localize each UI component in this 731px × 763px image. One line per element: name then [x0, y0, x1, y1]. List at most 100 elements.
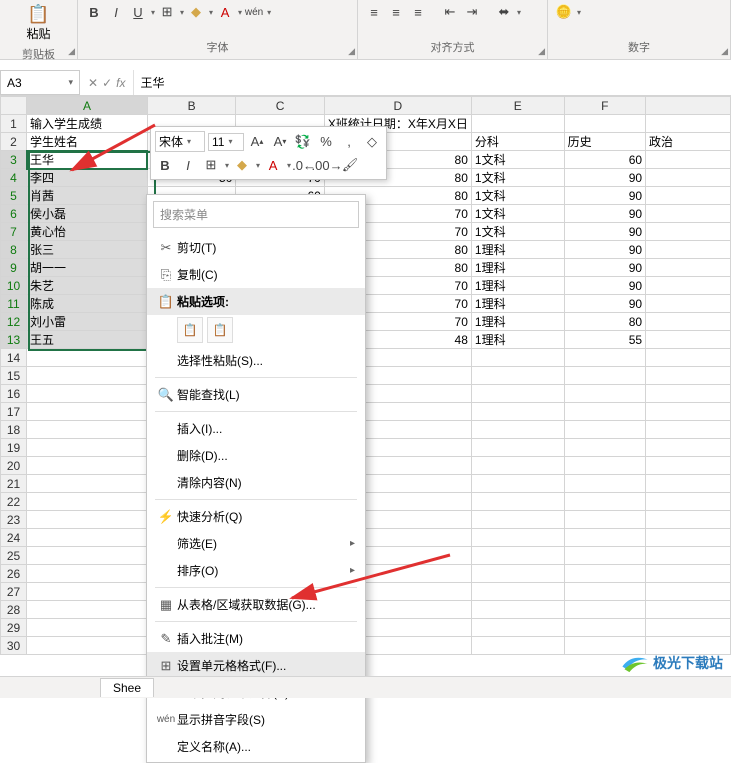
cell-G24[interactable] — [646, 529, 731, 547]
cell-E10[interactable]: 1理科 — [471, 277, 564, 295]
cell-F20[interactable] — [564, 457, 645, 475]
row-head-16[interactable]: 16 — [1, 385, 27, 403]
cell-G5[interactable] — [646, 187, 731, 205]
cell-E15[interactable] — [471, 367, 564, 385]
cell-E18[interactable] — [471, 421, 564, 439]
cell-G29[interactable] — [646, 619, 731, 637]
ctx-filter[interactable]: 筛选(E)▸ — [147, 530, 365, 557]
cell-G11[interactable] — [646, 295, 731, 313]
cancel-icon[interactable]: ✕ — [88, 76, 98, 90]
ctx-sort[interactable]: 排序(O)▸ — [147, 557, 365, 584]
align-left-button[interactable]: ≡ — [364, 2, 384, 22]
cell-E11[interactable]: 1理科 — [471, 295, 564, 313]
confirm-icon[interactable]: ✓ — [102, 76, 112, 90]
paste-keep-source-icon[interactable]: 📋 — [177, 317, 203, 343]
cell-G1[interactable] — [646, 115, 731, 133]
cell-F4[interactable]: 90 — [564, 169, 645, 187]
row-head-27[interactable]: 27 — [1, 583, 27, 601]
col-head-A[interactable]: A — [27, 97, 148, 115]
cell-G15[interactable] — [646, 367, 731, 385]
row-head-1[interactable]: 1 — [1, 115, 27, 133]
cell-G7[interactable] — [646, 223, 731, 241]
fill-color-button[interactable]: ◆ — [186, 2, 206, 22]
cell-G14[interactable] — [646, 349, 731, 367]
cell-F26[interactable] — [564, 565, 645, 583]
cell-A20[interactable] — [27, 457, 148, 475]
cell-E20[interactable] — [471, 457, 564, 475]
select-all-corner[interactable] — [1, 97, 27, 115]
col-head-F[interactable]: F — [564, 97, 645, 115]
cell-G23[interactable] — [646, 511, 731, 529]
row-head-3[interactable]: 3 — [1, 151, 27, 169]
row-head-5[interactable]: 5 — [1, 187, 27, 205]
cell-F17[interactable] — [564, 403, 645, 421]
row-head-2[interactable]: 2 — [1, 133, 27, 151]
cell-E27[interactable] — [471, 583, 564, 601]
italic-button[interactable]: I — [106, 2, 126, 22]
row-head-8[interactable]: 8 — [1, 241, 27, 259]
cell-F5[interactable]: 90 — [564, 187, 645, 205]
row-head-11[interactable]: 11 — [1, 295, 27, 313]
cell-F29[interactable] — [564, 619, 645, 637]
cell-F16[interactable] — [564, 385, 645, 403]
row-head-10[interactable]: 10 — [1, 277, 27, 295]
col-head-C[interactable]: C — [236, 97, 324, 115]
align-center-button[interactable]: ≡ — [386, 2, 406, 22]
row-head-12[interactable]: 12 — [1, 313, 27, 331]
cell-F14[interactable] — [564, 349, 645, 367]
ctx-format-cells[interactable]: ⊞设置单元格格式(F)... — [147, 652, 365, 679]
col-head-[interactable] — [646, 97, 731, 115]
ctx-clear[interactable]: 清除内容(N) — [147, 469, 365, 496]
cell-A14[interactable] — [27, 349, 148, 367]
cell-A12[interactable]: 刘小雷 — [27, 313, 148, 331]
ctx-paste-special[interactable]: 选择性粘贴(S)... — [147, 347, 365, 374]
cell-E16[interactable] — [471, 385, 564, 403]
font-color-icon[interactable]: A — [263, 155, 283, 175]
underline-button[interactable]: U — [128, 2, 148, 22]
cell-F15[interactable] — [564, 367, 645, 385]
cell-E25[interactable] — [471, 547, 564, 565]
row-head-18[interactable]: 18 — [1, 421, 27, 439]
cell-A6[interactable]: 侯小磊 — [27, 205, 148, 223]
cell-G19[interactable] — [646, 439, 731, 457]
cell-E24[interactable] — [471, 529, 564, 547]
cell-G10[interactable] — [646, 277, 731, 295]
decrease-font-icon[interactable]: A▾ — [270, 132, 290, 152]
sheet-tab[interactable]: Shee — [100, 678, 154, 697]
cell-G22[interactable] — [646, 493, 731, 511]
formula-input[interactable]: 王华 — [133, 70, 731, 95]
expand-icon[interactable]: ◢ — [68, 46, 75, 57]
cell-A2[interactable]: 学生姓名 — [27, 133, 148, 151]
cell-G13[interactable] — [646, 331, 731, 349]
ctx-insert-comment[interactable]: ✎插入批注(M) — [147, 625, 365, 652]
cell-E2[interactable]: 分科 — [471, 133, 564, 151]
indent-increase-button[interactable]: ⇥ — [462, 2, 482, 22]
cell-E6[interactable]: 1文科 — [471, 205, 564, 223]
format-painter-icon[interactable]: 🖌 — [340, 155, 360, 175]
decimal-inc-icon[interactable]: .00→ — [317, 155, 337, 175]
cell-E17[interactable] — [471, 403, 564, 421]
row-head-30[interactable]: 30 — [1, 637, 27, 655]
cell-F28[interactable] — [564, 601, 645, 619]
comma-icon[interactable]: , — [339, 132, 359, 152]
cell-A18[interactable] — [27, 421, 148, 439]
ctx-paste-options[interactable]: 📋粘贴选项: — [147, 288, 365, 315]
paste-button[interactable]: 📋 粘贴 — [6, 2, 71, 44]
cell-E21[interactable] — [471, 475, 564, 493]
cell-A30[interactable] — [27, 637, 148, 655]
cell-E14[interactable] — [471, 349, 564, 367]
cell-G18[interactable] — [646, 421, 731, 439]
cell-A26[interactable] — [27, 565, 148, 583]
paste-values-icon[interactable]: 📋 — [207, 317, 233, 343]
cell-A7[interactable]: 黄心怡 — [27, 223, 148, 241]
align-right-button[interactable]: ≡ — [408, 2, 428, 22]
phonetic-button[interactable]: wén — [244, 2, 264, 22]
cell-E7[interactable]: 1文科 — [471, 223, 564, 241]
cell-G17[interactable] — [646, 403, 731, 421]
cell-A25[interactable] — [27, 547, 148, 565]
row-head-13[interactable]: 13 — [1, 331, 27, 349]
cell-F10[interactable]: 90 — [564, 277, 645, 295]
cell-F25[interactable] — [564, 547, 645, 565]
expand-icon[interactable]: ◢ — [538, 46, 545, 57]
row-head-6[interactable]: 6 — [1, 205, 27, 223]
